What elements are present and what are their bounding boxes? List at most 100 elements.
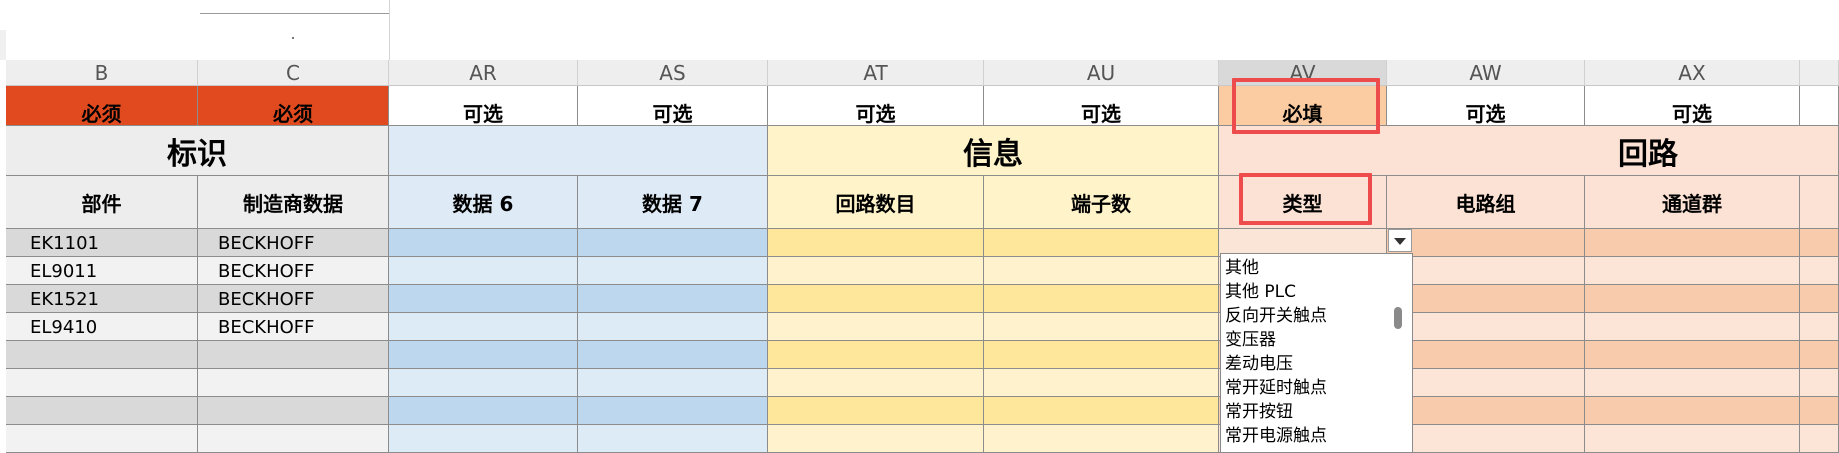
grid-cell[interactable]: [768, 229, 984, 257]
part-cell[interactable]: [6, 397, 198, 425]
grid-cell[interactable]: [1800, 285, 1839, 313]
grid-cell[interactable]: [578, 313, 768, 341]
grid-cell[interactable]: [578, 257, 768, 285]
grid-cell[interactable]: [389, 285, 578, 313]
grid-cell[interactable]: [1585, 397, 1800, 425]
requirement-cell-at[interactable]: 可选: [768, 86, 984, 126]
column-header-aw[interactable]: AW: [1387, 60, 1585, 86]
grid-cell[interactable]: [1800, 397, 1839, 425]
column-header-at[interactable]: AT: [768, 60, 984, 86]
grid-cell[interactable]: [1387, 313, 1585, 341]
grid-cell[interactable]: [1585, 425, 1800, 453]
grid-cell[interactable]: [578, 369, 768, 397]
dropdown-option[interactable]: 变压器: [1225, 329, 1276, 351]
dropdown-option[interactable]: 常开延时触点: [1225, 377, 1327, 399]
grid-cell[interactable]: [1800, 425, 1839, 453]
part-cell[interactable]: EL9011: [6, 257, 198, 285]
dropdown-option[interactable]: 常开按钮: [1225, 401, 1293, 423]
grid-cell[interactable]: [389, 397, 578, 425]
grid-cell[interactable]: [984, 313, 1219, 341]
dropdown-option[interactable]: 其他 PLC: [1225, 281, 1296, 303]
requirement-cell-aw[interactable]: 可选: [1387, 86, 1585, 126]
grid-cell[interactable]: [1800, 229, 1839, 257]
grid-cell[interactable]: [1387, 229, 1585, 257]
manufacturer-cell[interactable]: BECKHOFF: [198, 285, 389, 313]
grid-cell[interactable]: [984, 285, 1219, 313]
grid-cell[interactable]: [984, 369, 1219, 397]
grid-cell[interactable]: [578, 425, 768, 453]
grid-cell[interactable]: [389, 369, 578, 397]
column-header-as[interactable]: AS: [578, 60, 768, 86]
grid-cell[interactable]: [389, 313, 578, 341]
grid-cell[interactable]: [1585, 257, 1800, 285]
grid-cell[interactable]: [1387, 341, 1585, 369]
group-title-identity[interactable]: 标识: [6, 126, 389, 176]
requirement-cell-ax[interactable]: 可选: [1585, 86, 1800, 126]
grid-cell[interactable]: [768, 313, 984, 341]
column-header-ar[interactable]: AR: [389, 60, 578, 86]
grid-cell[interactable]: [984, 341, 1219, 369]
grid-cell[interactable]: [984, 257, 1219, 285]
manufacturer-cell[interactable]: [198, 369, 389, 397]
field-header-c[interactable]: 制造商数据: [198, 176, 389, 229]
grid-cell[interactable]: [389, 229, 578, 257]
grid-cell[interactable]: [1387, 369, 1585, 397]
grid-cell[interactable]: [1800, 313, 1839, 341]
requirement-cell-c[interactable]: 必须: [198, 86, 389, 126]
part-cell[interactable]: [6, 369, 198, 397]
grid-cell[interactable]: [1585, 313, 1800, 341]
grid-cell[interactable]: [1387, 285, 1585, 313]
requirement-cell-as[interactable]: 可选: [578, 86, 768, 126]
column-header-au[interactable]: AU: [984, 60, 1219, 86]
requirement-cell-au[interactable]: 可选: [984, 86, 1219, 126]
group-title-blank[interactable]: [389, 126, 768, 176]
field-header-b[interactable]: 部件: [6, 176, 198, 229]
manufacturer-cell[interactable]: BECKHOFF: [198, 257, 389, 285]
grid-cell[interactable]: [1800, 341, 1839, 369]
grid-cell[interactable]: [578, 341, 768, 369]
grid-cell[interactable]: [768, 397, 984, 425]
dropdown-option[interactable]: 其他: [1225, 257, 1259, 279]
part-cell[interactable]: EK1521: [6, 285, 198, 313]
field-header-as[interactable]: 数据 7: [578, 176, 768, 229]
part-cell[interactable]: EK1101: [6, 229, 198, 257]
dropdown-option[interactable]: 差动电压: [1225, 353, 1293, 375]
manufacturer-cell[interactable]: BECKHOFF: [198, 313, 389, 341]
manufacturer-cell[interactable]: [198, 397, 389, 425]
grid-cell[interactable]: [984, 229, 1219, 257]
grid-cell[interactable]: [389, 425, 578, 453]
field-header-ax[interactable]: 通道群: [1585, 176, 1800, 229]
field-header-au[interactable]: 端子数: [984, 176, 1219, 229]
grid-cell[interactable]: [768, 285, 984, 313]
group-title-info[interactable]: 信息: [768, 126, 1219, 176]
grid-cell[interactable]: [578, 229, 768, 257]
column-header-next[interactable]: [1800, 60, 1839, 86]
grid-cell[interactable]: [1387, 257, 1585, 285]
manufacturer-cell[interactable]: [198, 341, 389, 369]
grid-cell[interactable]: [768, 425, 984, 453]
part-cell[interactable]: [6, 341, 198, 369]
part-cell[interactable]: EL9410: [6, 313, 198, 341]
field-header-next[interactable]: [1800, 176, 1839, 229]
grid-cell[interactable]: [389, 257, 578, 285]
grid-cell[interactable]: [1387, 397, 1585, 425]
grid-cell[interactable]: [1585, 285, 1800, 313]
grid-cell[interactable]: [1800, 257, 1839, 285]
grid-cell[interactable]: [578, 285, 768, 313]
grid-cell[interactable]: [1800, 369, 1839, 397]
grid-cell[interactable]: [768, 257, 984, 285]
part-cell[interactable]: [6, 425, 198, 453]
grid-cell[interactable]: [984, 425, 1219, 453]
grid-cell[interactable]: [1585, 229, 1800, 257]
dropdown-list[interactable]: 其他 其他 PLC 反向开关触点 变压器 差动电压 常开延时触点 常开按钮 常开电源触点: [1220, 253, 1413, 453]
column-header-c[interactable]: C: [198, 60, 389, 86]
grid-cell[interactable]: [1585, 341, 1800, 369]
requirement-cell-next[interactable]: [1800, 86, 1839, 126]
dropdown-scroll-thumb[interactable]: [1394, 307, 1402, 329]
dropdown-option[interactable]: 反向开关触点: [1225, 305, 1327, 327]
grid-cell[interactable]: [768, 341, 984, 369]
field-header-aw[interactable]: 电路组: [1387, 176, 1585, 229]
grid-cell[interactable]: [389, 341, 578, 369]
field-header-at[interactable]: 回路数目: [768, 176, 984, 229]
name-box[interactable]: [200, 13, 389, 57]
